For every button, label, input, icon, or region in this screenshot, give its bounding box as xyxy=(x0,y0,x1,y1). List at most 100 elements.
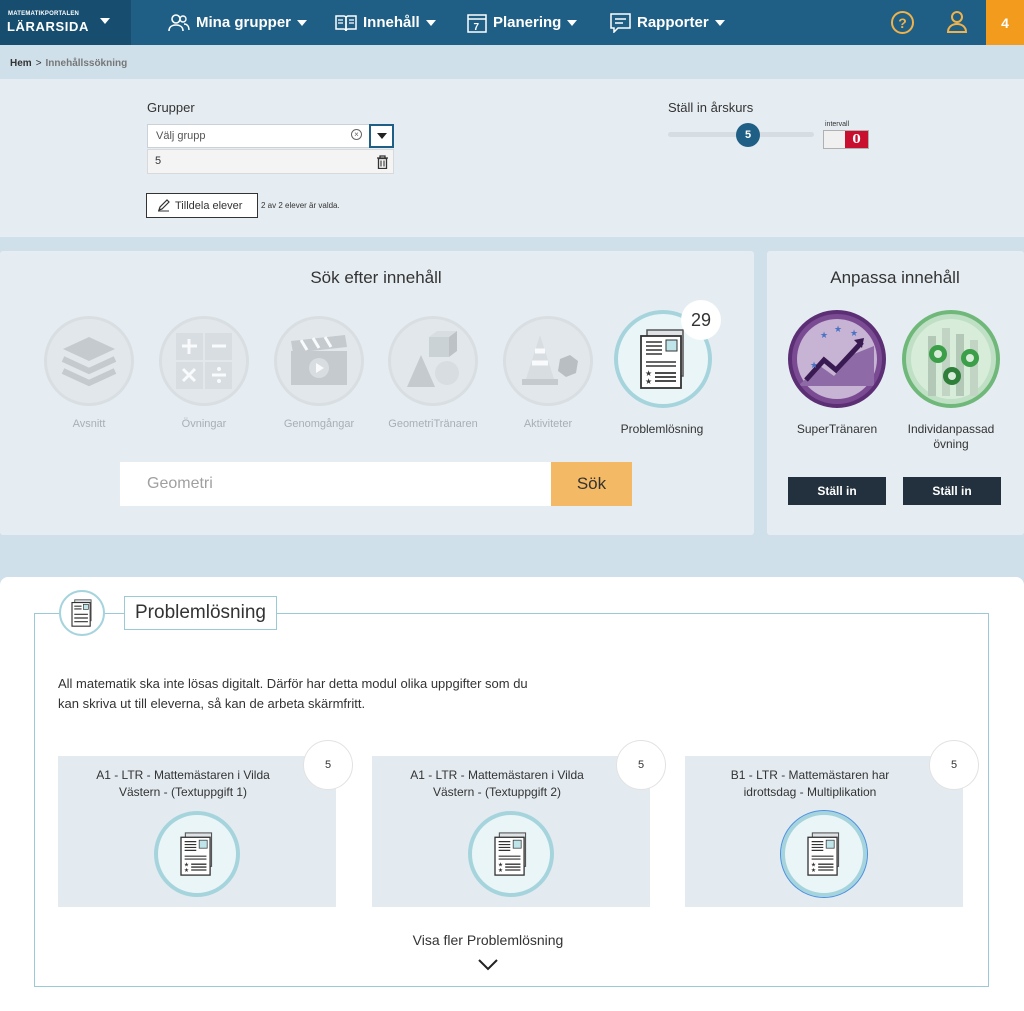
interval-label: intervall xyxy=(825,121,850,128)
calendar-icon: 7 xyxy=(467,13,487,33)
svg-text:★: ★ xyxy=(810,361,818,371)
clear-icon[interactable]: × xyxy=(351,129,362,140)
breadcrumb: Hem > Innehållssökning xyxy=(10,58,127,69)
nav-label: Planering xyxy=(493,14,562,31)
svg-text:★: ★ xyxy=(184,867,189,874)
category-label: GeometriTränaren xyxy=(388,418,478,430)
assign-status-text: 2 av 2 elever är valda. xyxy=(261,201,340,210)
nav-planering[interactable]: 7 Planering xyxy=(467,0,578,45)
worksheet-icon[interactable]: ★ ★ xyxy=(780,810,868,898)
result-card[interactable]: A1 - LTR - Mattemästaren i Vilda Västern… xyxy=(372,740,666,907)
top-navigation: MATEMATIKPORTALEN LÄRARSIDA Mina grupper… xyxy=(0,0,1024,45)
selected-group-row: 5 xyxy=(147,149,394,174)
stall-in-individanpassad-button[interactable]: Ställ in xyxy=(903,477,1001,505)
math-operators-icon xyxy=(159,316,249,406)
assign-students-button[interactable]: Tilldela elever xyxy=(146,193,258,218)
category-geometritranaren[interactable]: GeometriTränaren xyxy=(385,316,481,430)
brand-subtitle: MATEMATIKPORTALEN xyxy=(8,11,80,17)
category-avsnitt[interactable]: Avsnitt xyxy=(41,316,137,430)
svg-text:★: ★ xyxy=(498,867,503,874)
chevron-down-icon xyxy=(567,19,578,26)
svg-text:★: ★ xyxy=(184,861,189,868)
layers-icon xyxy=(44,316,134,406)
individanpassad-item[interactable]: Individanpassad övning xyxy=(896,310,1006,452)
chevron-down-icon[interactable] xyxy=(477,958,499,977)
group-dropdown-button[interactable] xyxy=(369,124,394,148)
chevron-down-icon xyxy=(425,19,436,26)
category-label: Problemlösning xyxy=(620,422,704,436)
supertranaren-label: SuperTränaren xyxy=(796,422,878,436)
nav-label: Innehåll xyxy=(363,14,420,31)
results-description: All matematik ska inte lösas digitalt. D… xyxy=(58,676,528,711)
category-label: Övningar xyxy=(181,418,227,430)
svg-text:★: ★ xyxy=(645,377,652,386)
chevron-down-icon xyxy=(714,19,725,26)
category-label: Avsnitt xyxy=(72,418,106,430)
category-aktiviteter[interactable]: Aktiviteter xyxy=(500,316,596,430)
card-title: A1 - LTR - Mattemästaren i Vilda Västern… xyxy=(410,768,584,799)
card-title: A1 - LTR - Mattemästaren i Vilda Västern… xyxy=(96,768,270,799)
search-title: Sök efter innehåll xyxy=(310,268,442,287)
help-icon[interactable]: ? xyxy=(891,11,914,34)
trash-icon[interactable] xyxy=(376,155,389,174)
grade-badge: 5 xyxy=(929,740,979,790)
svg-text:★: ★ xyxy=(498,861,503,868)
gears-icon xyxy=(902,310,1000,408)
breadcrumb-home[interactable]: Hem xyxy=(10,58,32,69)
supertranaren-item[interactable]: ★ ★ ★ ★ SuperTränaren xyxy=(782,310,892,437)
clapperboard-icon xyxy=(274,316,364,406)
svg-text:★: ★ xyxy=(850,329,858,339)
grade-label: Ställ in årskurs xyxy=(668,100,754,115)
result-card[interactable]: A1 - LTR - Mattemästaren i Vilda Västern… xyxy=(58,740,353,907)
brand-menu[interactable]: MATEMATIKPORTALEN LÄRARSIDA xyxy=(0,0,131,45)
report-icon xyxy=(610,12,631,33)
category-label: Aktiviteter xyxy=(523,418,573,430)
search-input[interactable]: Geometri xyxy=(120,462,551,506)
worksheet-icon xyxy=(59,590,105,636)
result-count-badge: 29 xyxy=(681,300,721,340)
worksheet-icon[interactable]: ★ ★ xyxy=(154,811,240,897)
grade-slider-handle[interactable]: 5 xyxy=(736,123,760,147)
grade-badge: 5 xyxy=(616,740,666,790)
pencil-icon xyxy=(157,199,170,212)
svg-text:7: 7 xyxy=(474,22,480,33)
svg-text:★: ★ xyxy=(811,861,816,868)
card-title: B1 - LTR - Mattemästaren har idrottsdag … xyxy=(730,768,890,799)
breadcrumb-separator: > xyxy=(35,58,42,69)
worksheet-icon[interactable]: ★ ★ xyxy=(468,811,554,897)
grade-badge: 5 xyxy=(303,740,353,790)
rising-chart-icon: ★ ★ ★ ★ xyxy=(788,310,886,408)
result-card[interactable]: B1 - LTR - Mattemästaren har idrottsdag … xyxy=(685,740,979,907)
geometry-shapes-icon xyxy=(388,316,478,406)
cone-icon xyxy=(503,316,593,406)
assign-students-label: Tilldela elever xyxy=(175,199,243,212)
chevron-down-icon xyxy=(376,133,387,139)
svg-text:★: ★ xyxy=(834,325,842,335)
svg-text:★: ★ xyxy=(820,331,828,341)
users-icon xyxy=(168,13,190,32)
svg-text:★: ★ xyxy=(811,867,816,874)
customize-title: Anpassa innehåll xyxy=(830,268,960,287)
nav-mina-grupper[interactable]: Mina grupper xyxy=(168,0,308,45)
nav-rapporter[interactable]: Rapporter xyxy=(610,0,725,45)
individanpassad-label: Individanpassad övning xyxy=(907,422,995,451)
stall-in-supertranaren-button[interactable]: Ställ in xyxy=(788,477,886,505)
nav-innehall[interactable]: Innehåll xyxy=(335,0,436,45)
toggle-off-side xyxy=(824,131,846,148)
category-label: Genomgångar xyxy=(283,418,355,430)
search-button[interactable]: Sök xyxy=(551,462,632,506)
nav-label: Rapporter xyxy=(637,14,709,31)
nav-label: Mina grupper xyxy=(196,14,292,31)
results-title: Problemlösning xyxy=(124,596,277,630)
category-ovningar[interactable]: Övningar xyxy=(156,316,252,430)
brand-title: LÄRARSIDA xyxy=(7,19,89,34)
interval-toggle[interactable]: 0 xyxy=(823,130,869,149)
groups-label: Grupper xyxy=(147,100,195,115)
breadcrumb-current: Innehållssökning xyxy=(45,58,128,69)
group-select[interactable]: Välj grupp xyxy=(147,124,370,148)
category-genomgangar[interactable]: Genomgångar xyxy=(271,316,367,430)
show-more-link[interactable]: Visa fler Problemlösning xyxy=(380,932,596,948)
toggle-on-side: 0 xyxy=(845,131,868,148)
user-icon[interactable] xyxy=(946,10,968,39)
notifications-badge[interactable]: 4 xyxy=(986,0,1024,45)
